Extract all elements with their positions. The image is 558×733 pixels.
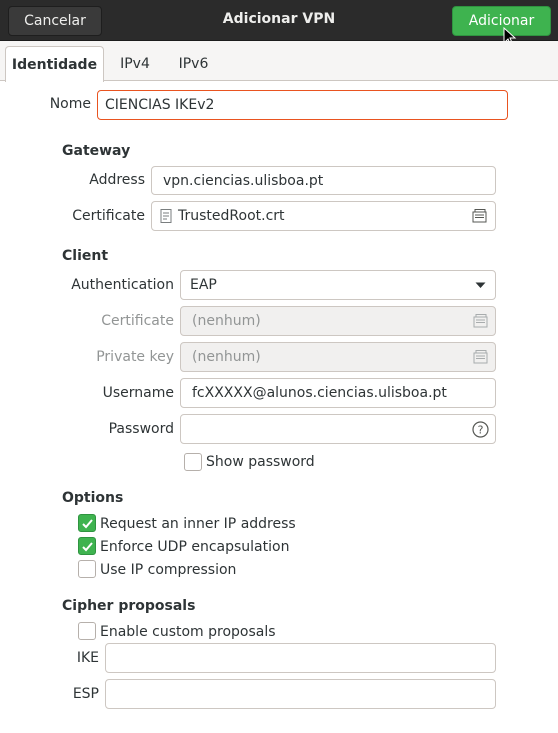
- document-open-icon: [473, 350, 488, 364]
- ike-label: IKE: [76, 650, 99, 666]
- client-section-title: Client: [62, 248, 109, 264]
- tab-ipv4[interactable]: IPv4: [110, 46, 160, 81]
- help-icon[interactable]: ?: [472, 421, 489, 438]
- client-auth-value: EAP: [190, 277, 217, 293]
- tab-identidade[interactable]: Identidade: [5, 46, 104, 82]
- name-label: Nome: [49, 96, 91, 112]
- client-private-key-value: (nenhum): [192, 349, 261, 365]
- gateway-address-input[interactable]: vpn.ciencias.ulisboa.pt: [151, 166, 496, 195]
- name-input-value: CIENCIAS IKEv2: [105, 97, 215, 113]
- client-certificate-label: Certificate: [101, 313, 174, 329]
- esp-label: ESP: [72, 686, 99, 702]
- cancel-button[interactable]: Cancelar: [8, 6, 102, 36]
- request-inner-ip-label: Request an inner IP address: [100, 516, 296, 532]
- gateway-section-title: Gateway: [62, 143, 131, 159]
- gateway-certificate-value: TrustedRoot.crt: [178, 208, 285, 224]
- request-inner-ip-checkbox[interactable]: [78, 514, 96, 532]
- gateway-address-value: vpn.ciencias.ulisboa.pt: [163, 172, 324, 189]
- cancel-button-label: Cancelar: [24, 13, 86, 29]
- custom-proposals-label: Enable custom proposals: [100, 624, 276, 640]
- document-open-icon: [473, 314, 488, 328]
- client-private-key-chooser[interactable]: (nenhum): [180, 342, 496, 372]
- file-icon: [160, 209, 172, 223]
- client-certificate-chooser[interactable]: (nenhum): [180, 306, 496, 336]
- ike-input[interactable]: [105, 643, 496, 673]
- custom-proposals-checkbox[interactable]: [78, 622, 96, 640]
- svg-text:?: ?: [478, 424, 484, 437]
- tab-ipv4-label: IPv4: [120, 55, 150, 72]
- gateway-address-label: Address: [89, 172, 145, 188]
- add-button-label: Adicionar: [468, 13, 535, 29]
- check-icon: [82, 519, 93, 529]
- show-password-checkbox[interactable]: [184, 453, 202, 471]
- gateway-certificate-label: Certificate: [72, 208, 145, 224]
- add-button[interactable]: Adicionar: [452, 6, 551, 36]
- client-password-label: Password: [108, 421, 174, 437]
- client-username-value: fcXXXXX@alunos.ciencias.ulisboa.pt: [192, 385, 447, 401]
- enforce-udp-label: Enforce UDP encapsulation: [100, 539, 290, 555]
- ip-compression-checkbox[interactable]: [78, 560, 96, 578]
- client-certificate-value: (nenhum): [192, 313, 261, 329]
- client-auth-select[interactable]: EAP: [180, 270, 496, 300]
- tab-identidade-label: Identidade: [11, 56, 98, 73]
- enforce-udp-checkbox[interactable]: [78, 537, 96, 555]
- chevron-down-icon: [475, 282, 486, 288]
- document-open-icon: [472, 209, 487, 223]
- client-password-input[interactable]: ?: [180, 414, 496, 444]
- show-password-label: Show password: [206, 454, 315, 470]
- check-icon: [82, 542, 93, 552]
- cipher-section-title: Cipher proposals: [62, 598, 196, 614]
- window-title: Adicionar VPN: [222, 11, 336, 27]
- gateway-certificate-chooser[interactable]: TrustedRoot.crt: [151, 201, 496, 231]
- client-auth-label: Authentication: [71, 277, 174, 293]
- ip-compression-label: Use IP compression: [100, 562, 237, 578]
- tab-ipv6-label: IPv6: [178, 55, 209, 72]
- tab-ipv6[interactable]: IPv6: [166, 46, 221, 81]
- client-username-input[interactable]: fcXXXXX@alunos.ciencias.ulisboa.pt: [180, 378, 496, 408]
- client-username-label: Username: [102, 385, 174, 401]
- esp-input[interactable]: [105, 679, 496, 709]
- name-input[interactable]: CIENCIAS IKEv2: [97, 90, 508, 120]
- client-private-key-label: Private key: [96, 349, 174, 365]
- options-section-title: Options: [62, 490, 124, 506]
